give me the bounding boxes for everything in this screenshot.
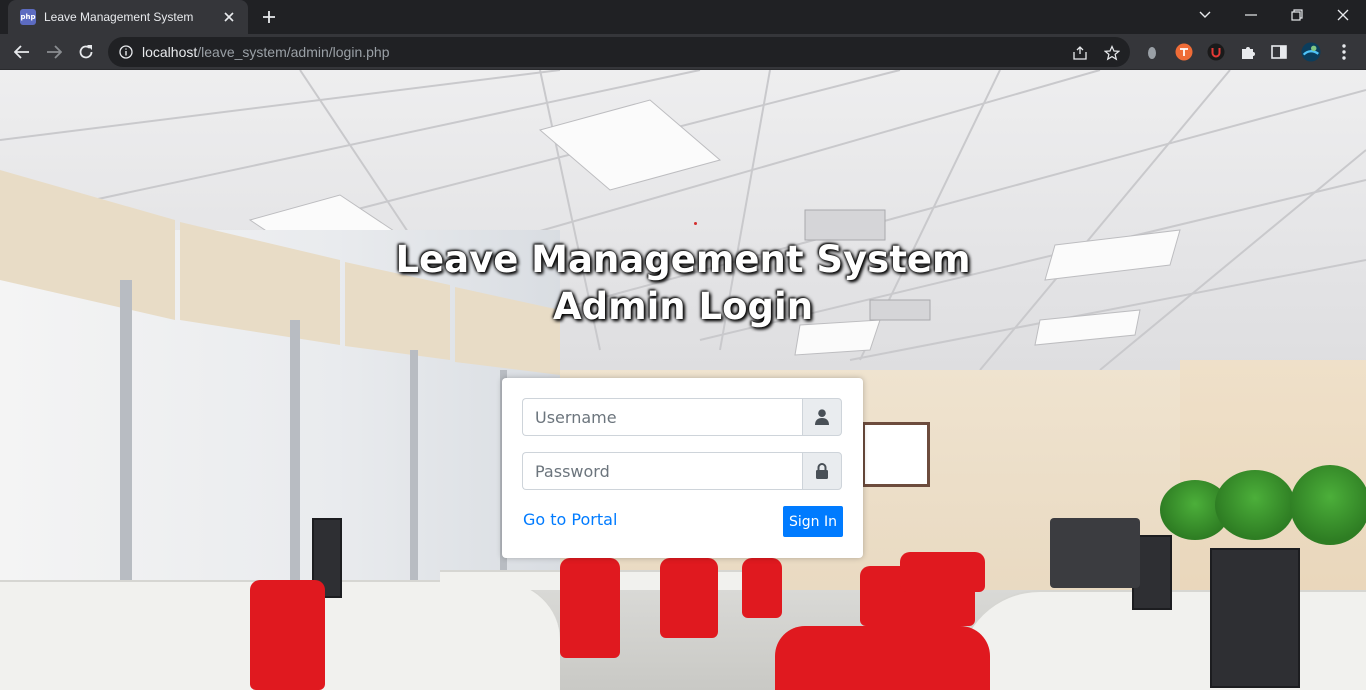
menu-kebab-icon[interactable]	[1334, 42, 1354, 62]
tab-title: Leave Management System	[44, 10, 194, 24]
share-icon[interactable]	[1070, 43, 1090, 63]
sign-in-button[interactable]: Sign In	[783, 506, 843, 537]
go-to-portal-link[interactable]: Go to Portal	[523, 510, 617, 529]
bookmark-star-icon[interactable]	[1102, 43, 1122, 63]
lock-icon	[802, 452, 842, 490]
browser-toolbar: localhost/leave_system/admin/login.php	[0, 34, 1366, 70]
extension-ublock-icon[interactable]	[1206, 42, 1226, 62]
login-card: Go to Portal Sign In	[502, 378, 863, 558]
close-window-icon[interactable]	[1320, 0, 1366, 30]
minimize-icon[interactable]	[1228, 0, 1274, 30]
tab-close-icon[interactable]	[220, 8, 238, 26]
back-arrow-icon[interactable]	[8, 38, 36, 66]
side-panel-icon[interactable]	[1269, 42, 1289, 62]
reload-icon[interactable]	[72, 38, 100, 66]
username-group	[522, 398, 842, 436]
address-bar[interactable]: localhost/leave_system/admin/login.php	[108, 37, 1130, 67]
extensions-puzzle-icon[interactable]	[1238, 42, 1258, 62]
new-tab-icon[interactable]	[258, 6, 280, 28]
browser-tab-strip: php Leave Management System	[0, 0, 1366, 34]
extension-gray-icon[interactable]	[1142, 42, 1162, 62]
site-info-icon[interactable]	[118, 44, 134, 60]
restore-icon[interactable]	[1274, 0, 1320, 30]
extension-orange-icon[interactable]	[1174, 42, 1194, 62]
page-subtitle: Admin Login	[552, 285, 814, 328]
browser-tab[interactable]: php Leave Management System	[8, 0, 248, 34]
page-viewport: Leave Management System Admin Login Go t…	[0, 70, 1366, 690]
page-title: Leave Management System	[395, 238, 971, 281]
forward-arrow-icon[interactable]	[40, 38, 68, 66]
url-text[interactable]: localhost/leave_system/admin/login.php	[142, 44, 390, 60]
url-path: /leave_system/admin/login.php	[197, 44, 390, 60]
profile-avatar[interactable]	[1301, 42, 1321, 62]
url-host: localhost	[142, 44, 198, 60]
php-favicon-icon: php	[20, 9, 36, 25]
password-group	[522, 452, 842, 490]
password-input[interactable]	[522, 452, 803, 490]
user-icon	[802, 398, 842, 436]
tab-search-chevron-icon[interactable]	[1182, 0, 1228, 30]
username-input[interactable]	[522, 398, 803, 436]
